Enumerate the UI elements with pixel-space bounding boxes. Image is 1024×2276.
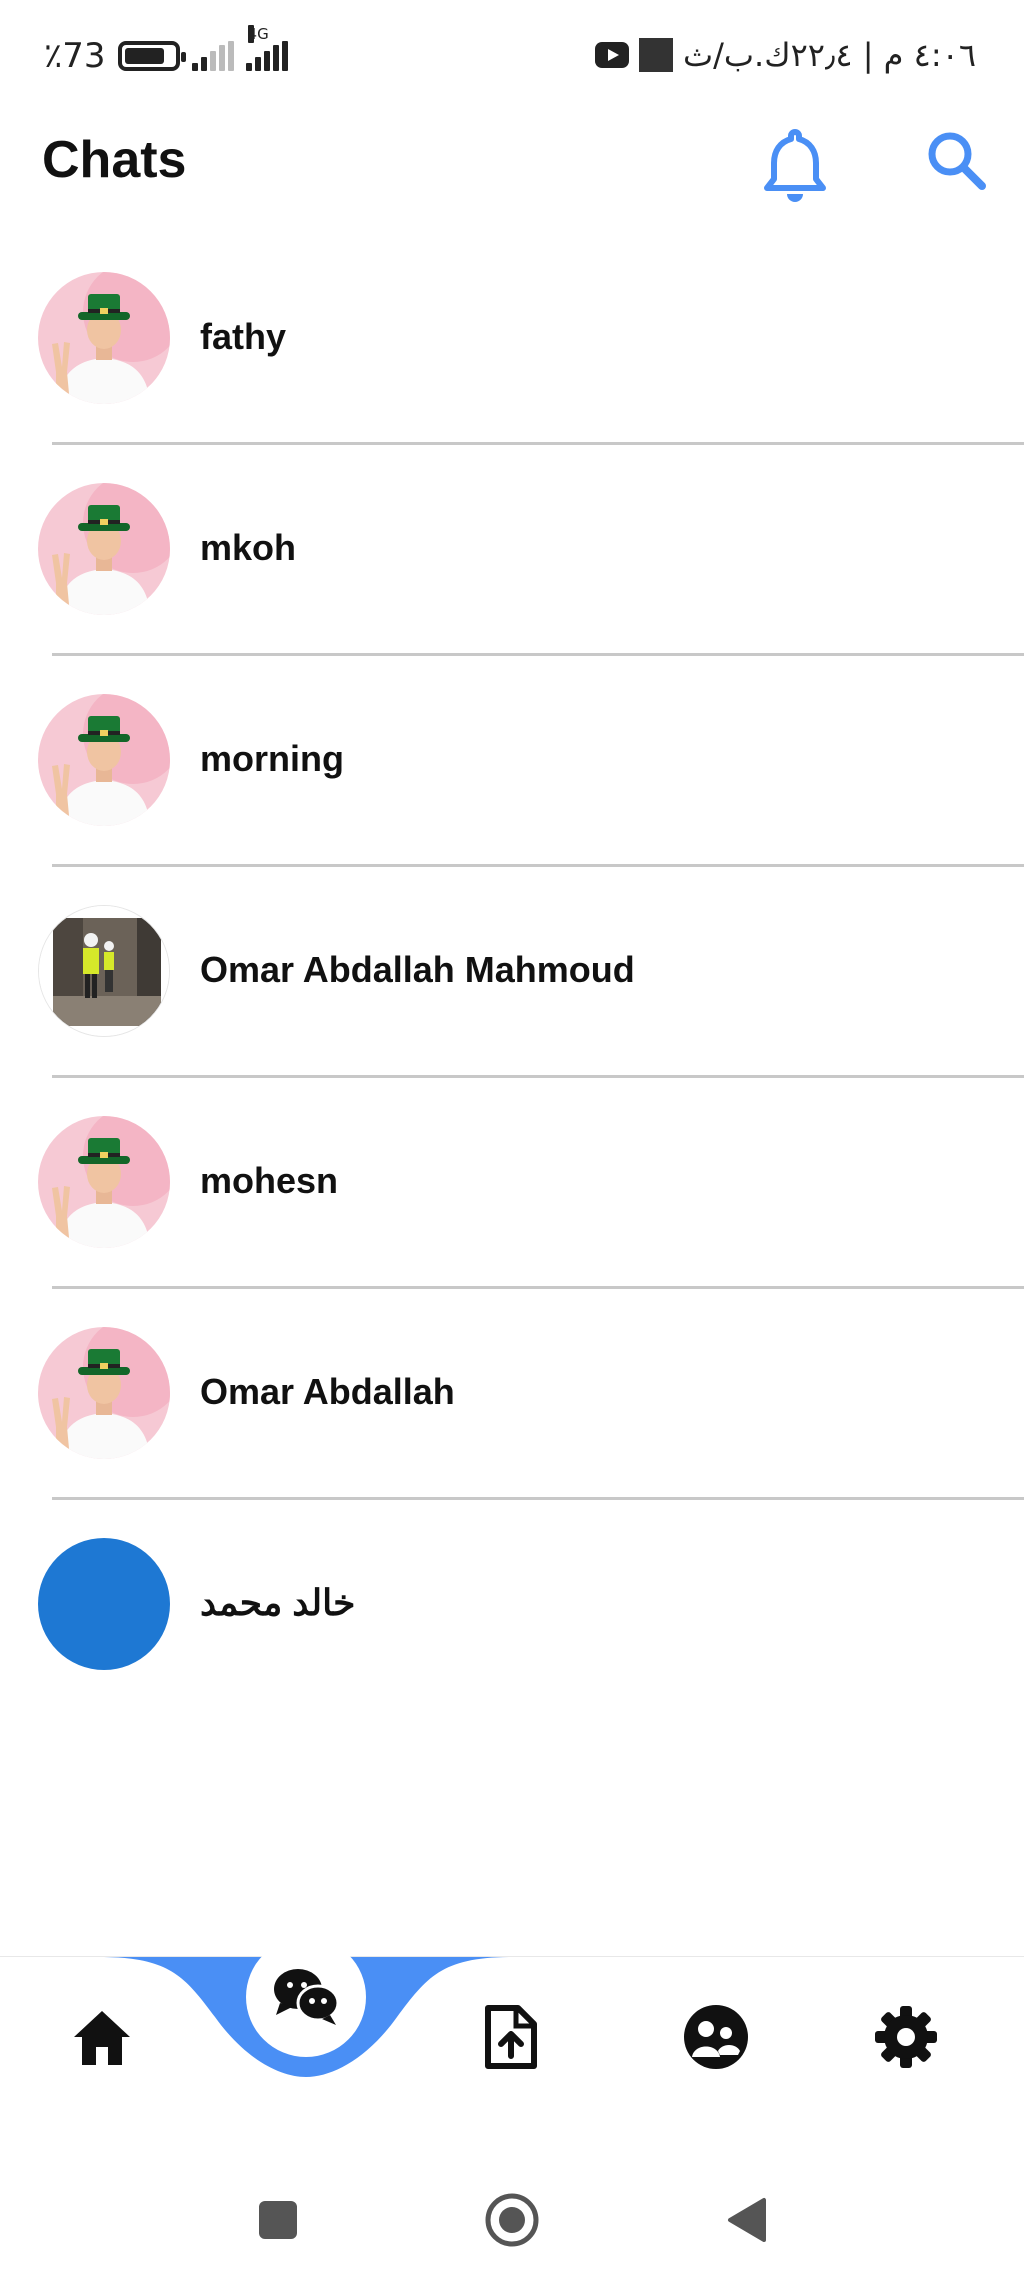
system-back[interactable] (716, 2190, 776, 2250)
chat-item[interactable]: خالد محمد (0, 1528, 1024, 1739)
nav-community[interactable] (676, 1997, 756, 2077)
home-circle-icon (485, 2193, 539, 2247)
nav-settings[interactable] (866, 1997, 946, 2077)
person-avatar-image (38, 1327, 170, 1459)
avatar (38, 272, 170, 404)
chat-list: fathy mkoh morning Omar Abdallah Mahmoud… (0, 262, 1024, 1739)
status-right-group: ٤:٠٦ م | ٢٢٫٤ك.ب/ث (595, 36, 976, 74)
system-recent-apps[interactable] (248, 2190, 308, 2250)
home-icon (74, 2011, 130, 2065)
search-icon (928, 132, 986, 190)
status-left-group: ٪73 4G (44, 25, 288, 76)
recent-apps-icon (259, 2201, 297, 2239)
community-icon (684, 2005, 748, 2069)
chat-name: mohesn (200, 1160, 339, 1201)
system-home[interactable] (482, 2190, 542, 2250)
avatar (38, 694, 170, 826)
chat-item[interactable]: morning (0, 684, 1024, 895)
network-label: 4G (247, 25, 269, 43)
person-avatar-image (38, 272, 170, 404)
nav-chats[interactable] (246, 1937, 366, 2057)
divider (52, 1075, 1024, 1078)
chat-name: fathy (200, 316, 287, 357)
chat-name: Omar Abdallah (200, 1371, 455, 1412)
app-header: Chats (0, 112, 1024, 232)
bell-icon (764, 129, 826, 202)
nav-file-upload[interactable] (470, 1997, 550, 2077)
divider (52, 442, 1024, 445)
battery-percent: ٪73 (44, 36, 106, 76)
chat-item[interactable]: fathy (0, 262, 1024, 473)
construction-avatar-image (39, 906, 169, 1036)
status-bar: ٪73 4G ٤:٠٦ م | ٢٢٫٤ك.ب/ث (0, 0, 1024, 112)
divider (52, 864, 1024, 867)
person-avatar-image (38, 1116, 170, 1248)
back-icon (728, 2198, 766, 2242)
avatar (38, 1538, 170, 1670)
settings-icon (875, 2006, 937, 2068)
battery-icon (117, 41, 186, 71)
page-title: Chats (42, 131, 187, 189)
avatar (38, 1327, 170, 1459)
divider (52, 1286, 1024, 1289)
signal-4g-icon: 4G (245, 25, 288, 71)
chat-item[interactable]: mohesn (0, 1106, 1024, 1317)
person-avatar-image (38, 483, 170, 615)
person-avatar-image (38, 694, 170, 826)
system-nav (0, 2150, 1024, 2276)
divider (52, 1497, 1024, 1500)
chat-name: morning (200, 738, 344, 779)
avatar (38, 483, 170, 615)
nav-home[interactable] (62, 1997, 142, 2077)
divider (52, 653, 1024, 656)
signal-icon (191, 41, 234, 71)
avatar (38, 905, 170, 1037)
status-time: ٤:٠٦ م | ٢٢٫٤ك.ب/ث (683, 36, 976, 74)
chat-name: mkoh (200, 527, 297, 568)
chat-item[interactable]: Omar Abdallah Mahmoud (0, 895, 1024, 1106)
notification-square-icon (639, 38, 674, 72)
notifications-button[interactable] (760, 124, 830, 204)
chat-item[interactable]: Omar Abdallah (0, 1317, 1024, 1528)
chats-icon (274, 1969, 340, 2025)
bottom-nav (0, 1937, 1024, 2106)
avatar (38, 1116, 170, 1248)
file-upload-icon (485, 2005, 537, 2069)
search-button[interactable] (922, 126, 992, 196)
youtube-icon (595, 42, 630, 68)
chat-name: خالد محمد (200, 1582, 356, 1623)
chat-name: Omar Abdallah Mahmoud (200, 949, 635, 990)
chat-item[interactable]: mkoh (0, 473, 1024, 684)
